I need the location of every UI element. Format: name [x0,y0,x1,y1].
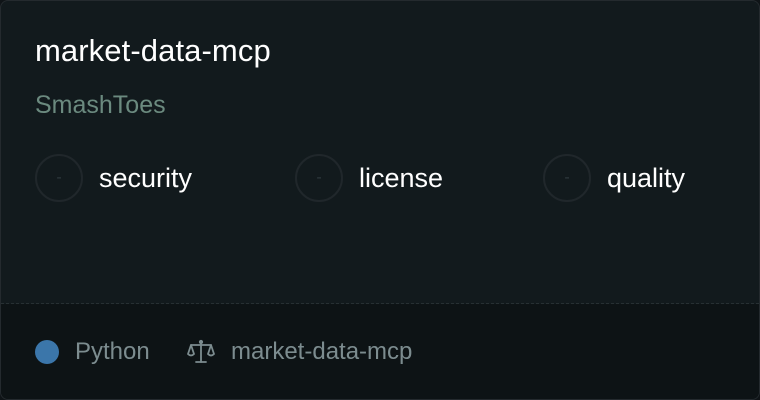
metric-license: - license [295,154,443,202]
metric-quality: - quality [543,154,685,202]
quality-label: quality [607,162,686,193]
language-color-dot [35,340,59,364]
server-title[interactable]: market-data-mcp [35,33,271,69]
license-name-label[interactable]: market-data-mcp [231,338,412,366]
metric-security: - security [35,154,192,202]
quality-score-badge: - [543,154,591,202]
author-name[interactable]: SmashToes [35,91,166,120]
language-label: Python [75,338,150,365]
balance-scale-icon [187,339,215,363]
server-card[interactable]: market-data-mcp SmashToes - security - l… [0,0,760,400]
license-score-badge: - [295,154,343,202]
security-score-badge: - [35,154,83,202]
security-label: security [99,162,193,193]
license-label: license [359,162,444,193]
card-footer: Python market-data-mcp [1,304,759,399]
card-header: market-data-mcp SmashToes - security - l… [1,1,759,303]
